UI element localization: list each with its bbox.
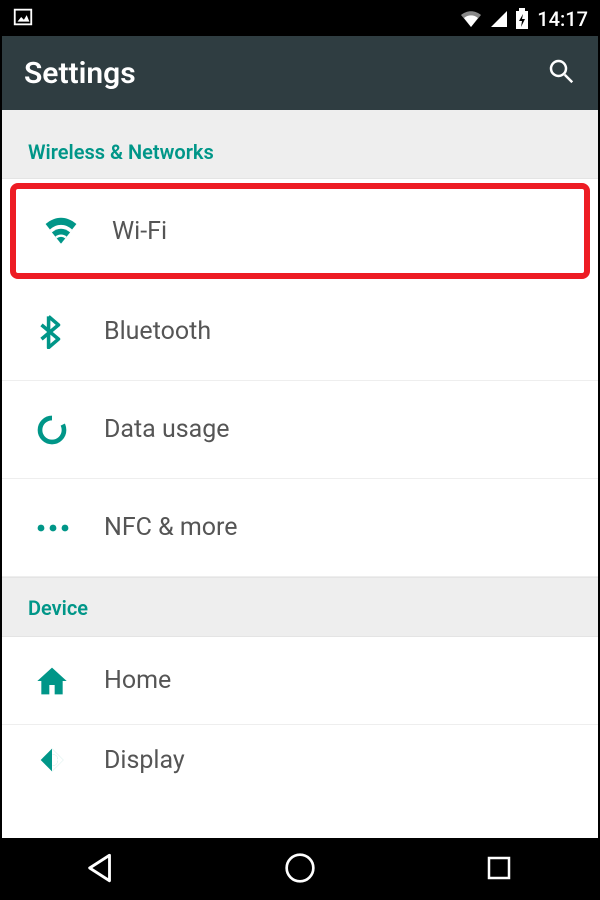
settings-item-nfc-more[interactable]: NFC & more <box>2 479 598 577</box>
wifi-status-icon <box>459 9 483 29</box>
picture-icon <box>12 6 34 33</box>
settings-item-display[interactable]: Display <box>2 725 598 795</box>
data-usage-icon <box>36 414 104 446</box>
battery-charging-icon <box>515 8 529 30</box>
section-gap <box>2 110 598 126</box>
settings-item-label: Wi-Fi <box>112 217 167 246</box>
nav-recent-button[interactable] <box>459 853 539 883</box>
settings-item-data-usage[interactable]: Data usage <box>2 381 598 479</box>
settings-item-label: Home <box>104 666 171 695</box>
nav-back-button[interactable] <box>61 851 141 885</box>
navigation-bar <box>2 838 598 898</box>
section-header-wireless: Wireless & Networks <box>2 126 598 179</box>
bluetooth-icon <box>36 315 104 349</box>
settings-item-label: Display <box>104 746 185 775</box>
settings-item-label: Data usage <box>104 415 230 444</box>
nav-home-button[interactable] <box>260 852 340 884</box>
home-icon <box>36 666 104 696</box>
display-brightness-icon <box>36 744 104 776</box>
more-horizontal-icon <box>36 523 104 533</box>
settings-item-label: NFC & more <box>104 513 238 542</box>
settings-item-home[interactable]: Home <box>2 637 598 725</box>
status-time: 14:17 <box>535 7 588 31</box>
wifi-icon <box>44 217 112 245</box>
cell-signal-icon <box>489 9 509 29</box>
settings-item-label: Bluetooth <box>104 317 211 346</box>
page-title: Settings <box>24 56 136 91</box>
app-header: Settings <box>2 36 598 110</box>
settings-item-bluetooth[interactable]: Bluetooth <box>2 283 598 381</box>
settings-item-wifi[interactable]: Wi-Fi <box>10 183 590 279</box>
status-bar: 14:17 <box>2 2 598 36</box>
search-button[interactable] <box>546 56 576 90</box>
section-header-device: Device <box>2 577 598 637</box>
